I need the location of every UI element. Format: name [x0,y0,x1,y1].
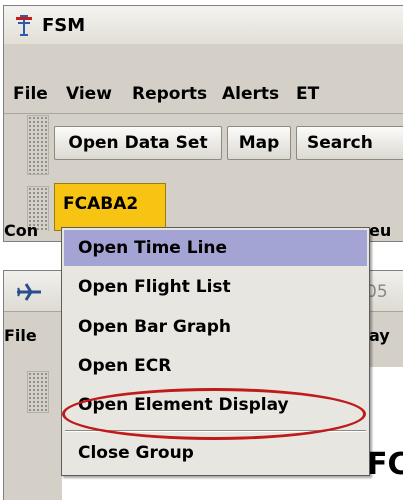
menu-item-open-flight-list[interactable]: Open Flight List [64,269,367,305]
menu-alerts[interactable]: Alerts [222,84,279,104]
airplane-icon [17,283,41,301]
menu-et[interactable]: ET [296,84,319,104]
menu-item-open-element-display[interactable]: Open Element Display [64,387,367,423]
menu-item-close-group[interactable]: Close Group [64,435,367,471]
search-button[interactable]: Search [296,126,403,160]
menu-item-open-bar-graph[interactable]: Open Bar Graph [64,309,367,345]
menu-file[interactable]: File [13,84,48,104]
fsm-window-title: FSM [42,15,86,36]
fsm-window: FSM File View Reports Alerts ET Open Dat… [3,5,403,242]
fsm-title-gap [4,44,403,74]
menu-reports[interactable]: Reports [132,84,207,104]
second-window-menu-file[interactable]: File [4,326,37,345]
fsm-menu-bar: File View Reports Alerts ET [4,75,403,114]
group-tab-fcaba2[interactable]: FCABA2 [54,183,166,231]
menu-view[interactable]: View [66,84,112,104]
group-context-menu: Open Time Line Open Flight List Open Bar… [61,227,370,476]
menu-item-open-time-line[interactable]: Open Time Line [64,230,367,266]
radar-tower-icon [16,15,32,36]
second-window-menu-partial[interactable]: ay [369,326,390,345]
fsm-title-bar[interactable]: FSM [4,6,403,45]
second-window-grip[interactable] [27,371,49,413]
open-data-set-button[interactable]: Open Data Set [54,126,222,160]
menu-item-open-ecr[interactable]: Open ECR [64,348,367,384]
second-window-content-partial: FC [367,447,403,482]
map-button[interactable]: Map [227,126,291,160]
toolbar-grip[interactable] [27,115,49,175]
partial-label-right: eu [369,221,392,240]
menu-separator [65,430,366,432]
partial-label-left: Con [4,221,39,240]
